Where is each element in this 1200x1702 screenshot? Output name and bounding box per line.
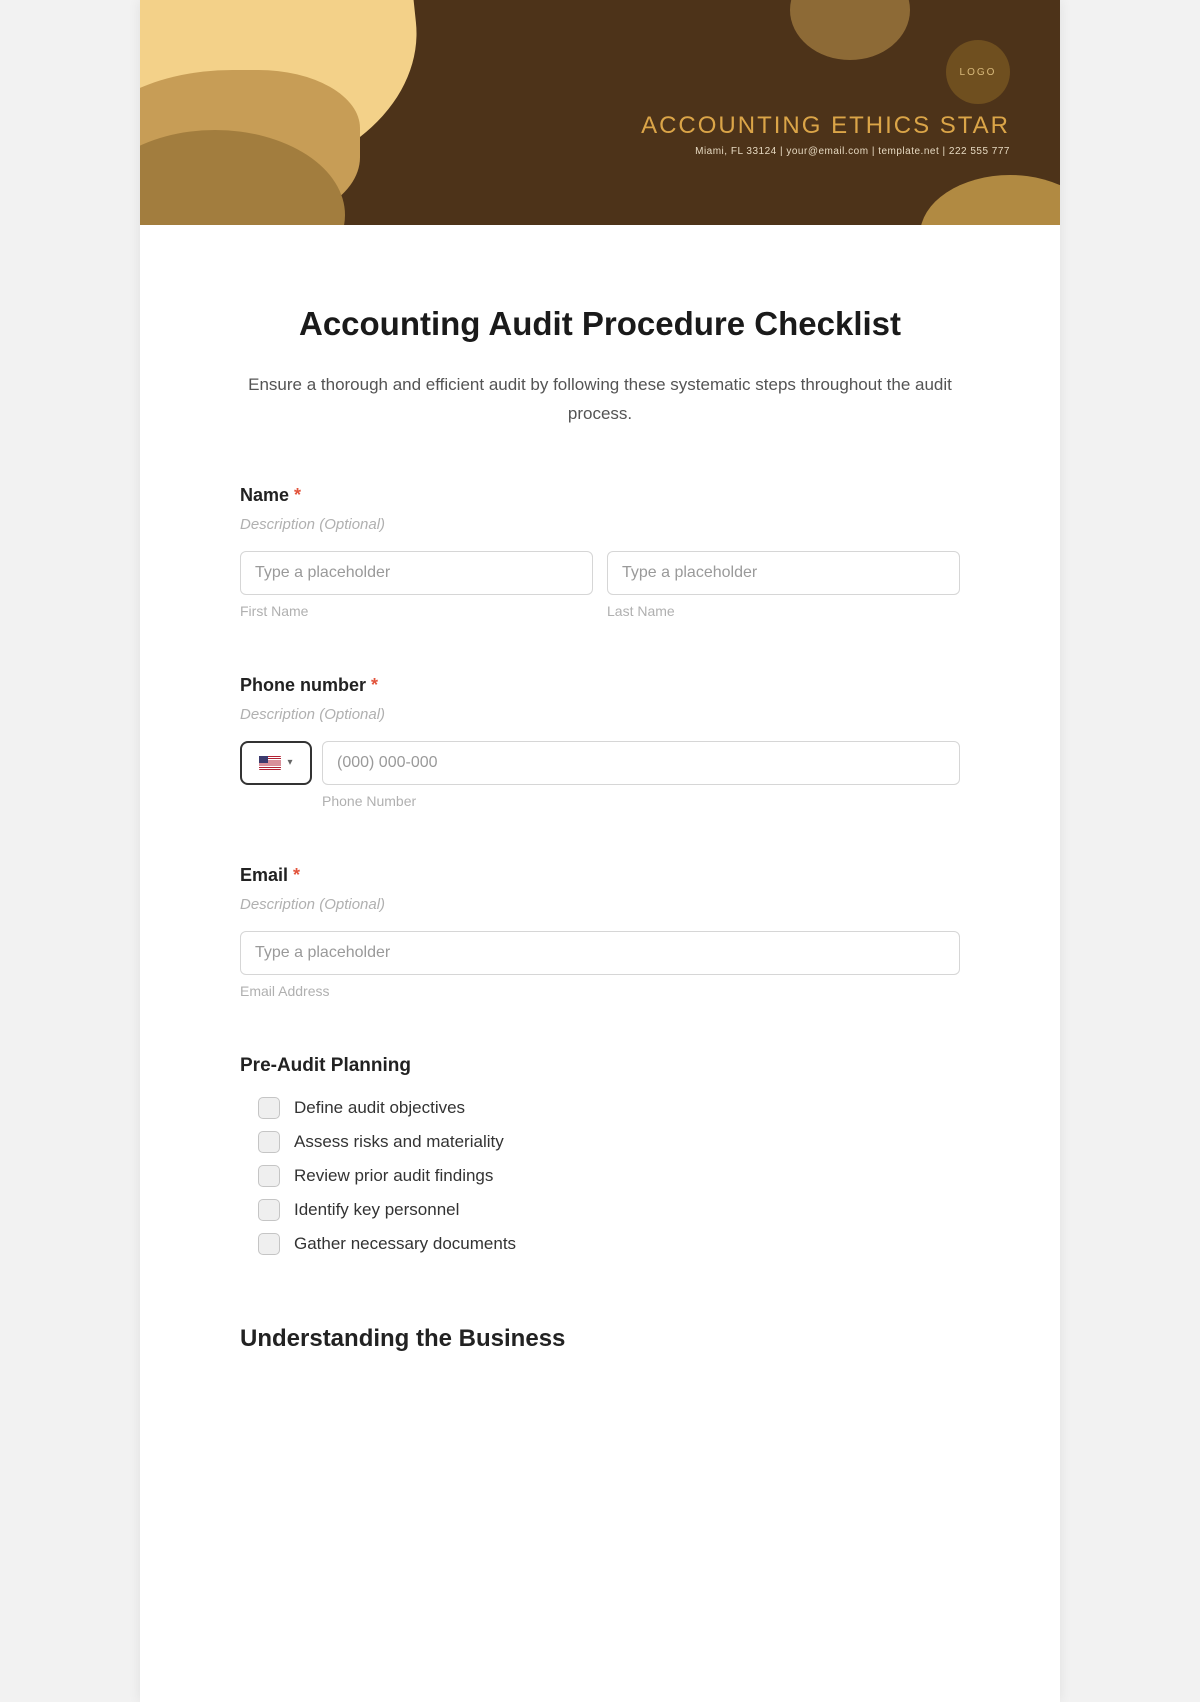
name-field-group: Name * Description (Optional) First Name…	[240, 485, 960, 619]
checklist-item: Identify key personnel	[258, 1199, 960, 1221]
first-name-input[interactable]	[240, 551, 593, 595]
checkbox[interactable]	[258, 1097, 280, 1119]
checklist-label: Assess risks and materiality	[294, 1132, 504, 1152]
required-indicator: *	[293, 865, 300, 885]
chevron-down-icon: ▾	[287, 757, 292, 768]
first-name-sublabel: First Name	[240, 603, 593, 619]
checklist-label: Review prior audit findings	[294, 1166, 493, 1186]
email-description: Description (Optional)	[240, 896, 960, 913]
checklist-item: Assess risks and materiality	[258, 1131, 960, 1153]
page-subtitle: Ensure a thorough and efficient audit by…	[240, 371, 960, 429]
understanding-heading: Understanding the Business	[240, 1325, 960, 1353]
name-description: Description (Optional)	[240, 516, 960, 533]
brand-contact-info: Miami, FL 33124 | your@email.com | templ…	[641, 146, 1010, 157]
preaudit-section: Pre-Audit Planning Define audit objectiv…	[240, 1055, 960, 1255]
required-indicator: *	[294, 485, 301, 505]
email-input[interactable]	[240, 931, 960, 975]
header-banner: LOGO ACCOUNTING ETHICS STAR Miami, FL 33…	[140, 0, 1060, 225]
phone-field-group: Phone number * Description (Optional) ▾ …	[240, 675, 960, 809]
email-label: Email *	[240, 865, 960, 886]
brand-name: ACCOUNTING ETHICS STAR	[641, 112, 1010, 140]
us-flag-icon	[259, 756, 281, 770]
checkbox[interactable]	[258, 1199, 280, 1221]
checklist-item: Gather necessary documents	[258, 1233, 960, 1255]
name-label: Name *	[240, 485, 960, 506]
required-indicator: *	[371, 675, 378, 695]
page-title: Accounting Audit Procedure Checklist	[240, 305, 960, 343]
wave-decoration	[790, 0, 910, 60]
checklist-label: Define audit objectives	[294, 1098, 465, 1118]
country-code-select[interactable]: ▾	[240, 741, 312, 785]
phone-input[interactable]	[322, 741, 960, 785]
checklist-label: Identify key personnel	[294, 1200, 459, 1220]
phone-sublabel: Phone Number	[322, 793, 960, 809]
checkbox[interactable]	[258, 1131, 280, 1153]
phone-label: Phone number *	[240, 675, 960, 696]
checklist-item: Define audit objectives	[258, 1097, 960, 1119]
email-field-group: Email * Description (Optional) Email Add…	[240, 865, 960, 999]
wave-decoration	[920, 175, 1060, 225]
preaudit-heading: Pre-Audit Planning	[240, 1055, 960, 1077]
phone-description: Description (Optional)	[240, 706, 960, 723]
checklist-item: Review prior audit findings	[258, 1165, 960, 1187]
checkbox[interactable]	[258, 1233, 280, 1255]
email-sublabel: Email Address	[240, 983, 960, 999]
last-name-input[interactable]	[607, 551, 960, 595]
logo-placeholder: LOGO	[946, 40, 1010, 104]
checklist-label: Gather necessary documents	[294, 1234, 516, 1254]
checkbox[interactable]	[258, 1165, 280, 1187]
last-name-sublabel: Last Name	[607, 603, 960, 619]
